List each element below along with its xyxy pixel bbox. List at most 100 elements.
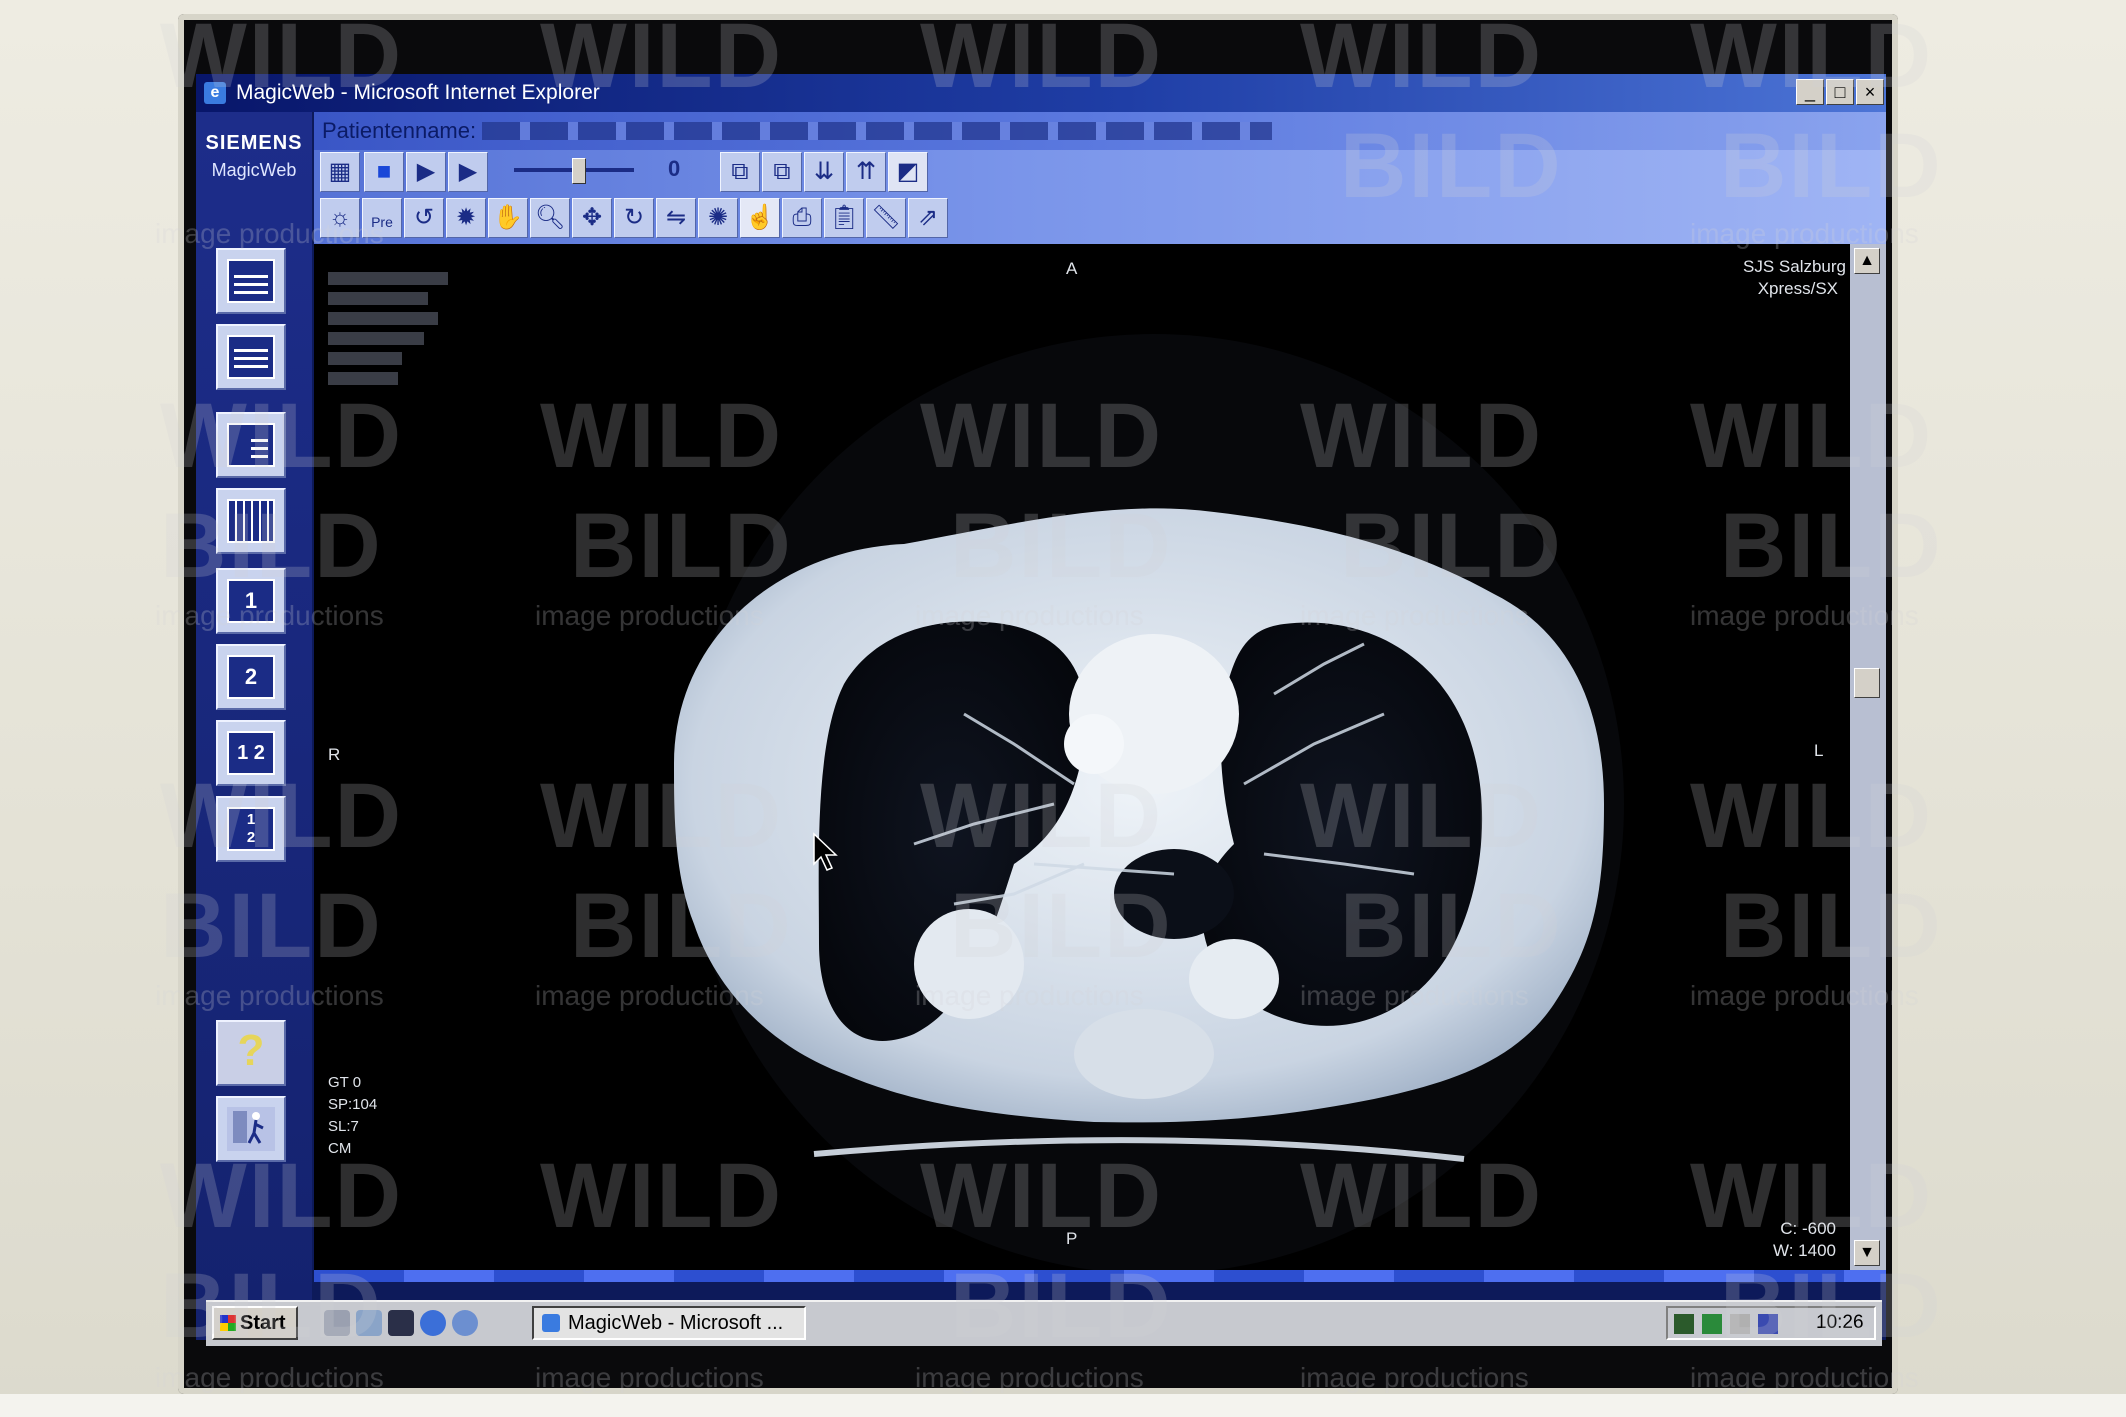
layout-list-button[interactable] (216, 248, 286, 314)
preset-icon[interactable]: Pre (362, 198, 402, 238)
window-width-label: W: 1400 (1772, 1241, 1836, 1260)
first-image-icon[interactable]: ⧉ (720, 152, 760, 192)
orientation-posterior: P (1066, 1229, 1078, 1248)
minimize-button[interactable]: _ (1796, 79, 1824, 105)
maximize-button[interactable]: □ (1826, 79, 1854, 105)
monitor-tool-icon[interactable] (1758, 1314, 1778, 1334)
layout-grid-button[interactable] (216, 488, 286, 554)
exit-person-icon (227, 1107, 275, 1151)
rotate-icon[interactable]: ↻ (614, 198, 654, 238)
layout-1-2-button[interactable]: 1 2 (216, 720, 286, 786)
patient-data-redacted (328, 272, 448, 285)
taskbar-task-label: MagicWeb - Microsoft ... (568, 1312, 784, 1334)
network-icon[interactable] (1702, 1314, 1722, 1334)
layout-sidebar: SIEMENS MagicWeb 1 2 1 2 1 2 ? (196, 112, 312, 1340)
next-series-icon[interactable]: ⧉ (762, 152, 802, 192)
window-level-reset-icon[interactable]: ↺ (404, 198, 444, 238)
windows-flag-icon (220, 1315, 236, 1331)
orientation-anterior: A (1066, 259, 1078, 278)
stop-icon[interactable]: ■ (364, 152, 404, 192)
institution-label: SJS Salzburg (1743, 257, 1846, 276)
play-icon[interactable]: ▶ (406, 152, 446, 192)
image-viewport[interactable]: SJS Salzburg Xpress/SX A P R L GT 0 SP:1… (314, 244, 1850, 1270)
clipboard-icon[interactable]: 📋︎ (824, 198, 864, 238)
invert-icon[interactable]: ◩ (888, 152, 928, 192)
scroll-down-arrow-icon[interactable]: ▼ (1854, 1240, 1880, 1266)
orientation-left: L (1814, 741, 1824, 760)
taskbar-magicweb-button[interactable]: MagicWeb - Microsoft ... (532, 1306, 806, 1340)
siemens-logo: SIEMENS (205, 132, 303, 154)
prev-image-icon[interactable]: ⇊ (804, 152, 844, 192)
layout-2-button[interactable]: 2 (216, 644, 286, 710)
browser-window: e MagicWeb - Microsoft Internet Explorer… (196, 74, 1886, 1340)
viewer-toolbar: ▦ ■ ▶ ▶ 0 ⧉ ⧉ ⇊ ⇈ ◩ ☼ Pre ↺ ✹ ✋ 🔍︎ ✥ ↻ ⇋… (314, 150, 1886, 244)
split-layout-icon (227, 423, 275, 467)
viewport-scrollbar[interactable]: ▲ ▼ (1850, 244, 1886, 1270)
list-layout-icon (227, 259, 275, 303)
side-by-side-view-icon: 1 2 (227, 731, 275, 775)
exit-button[interactable] (216, 1096, 286, 1162)
help-icon: ? (227, 1029, 275, 1075)
antivirus-icon[interactable] (1674, 1314, 1694, 1334)
patient-name-label: Patientenname: (322, 118, 477, 143)
close-button[interactable]: × (1856, 79, 1884, 105)
zoom-pan-icon[interactable]: ✥ (572, 198, 612, 238)
patient-info-bar: Patientenname: (314, 112, 1886, 150)
scan-param: CM (328, 1140, 352, 1157)
scroll-up-arrow-icon[interactable]: ▲ (1854, 248, 1880, 274)
command-prompt-icon[interactable] (388, 1310, 414, 1336)
taskbar-clock: 10:26 (1816, 1312, 1864, 1333)
help-button[interactable]: ? (216, 1020, 286, 1086)
patient-data-redacted (328, 292, 428, 305)
product-name: MagicWeb (211, 160, 297, 180)
single-view-icon: 1 (227, 579, 275, 623)
flip-icon[interactable]: ⇋ (656, 198, 696, 238)
play-step-icon[interactable]: ▶ (448, 152, 488, 192)
second-view-icon: 2 (227, 655, 275, 699)
scrollbar-thumb[interactable] (1854, 668, 1880, 698)
cine-speed-thumb[interactable] (572, 158, 586, 184)
patient-data-redacted (328, 372, 398, 385)
next-image-icon[interactable]: ⇈ (846, 152, 886, 192)
show-desktop-icon[interactable] (324, 1310, 350, 1336)
layout-1-button[interactable]: 1 (216, 568, 286, 634)
roi-icon[interactable]: ✹ (446, 198, 486, 238)
monitor-bottom-edge (0, 1394, 2126, 1417)
outlook-express-icon[interactable] (452, 1310, 478, 1336)
window-title: MagicWeb - Microsoft Internet Explorer (236, 81, 600, 104)
start-button[interactable]: Start (212, 1306, 298, 1340)
patient-data-redacted (328, 312, 438, 325)
pan-icon[interactable]: ✋ (488, 198, 528, 238)
internet-explorer-icon[interactable] (420, 1310, 446, 1336)
scan-param: SP:104 (328, 1096, 378, 1113)
print-icon[interactable]: ⎙ (782, 198, 822, 238)
cine-speed-value: 0 (668, 156, 681, 181)
brightness-icon[interactable]: ☼ (320, 198, 360, 238)
window-center-label: C: -600 (1780, 1219, 1836, 1238)
filter-icon[interactable]: ✺ (698, 198, 738, 238)
stacked-view-icon: 1 2 (227, 807, 275, 851)
start-label: Start (240, 1312, 286, 1334)
layout-rows-button[interactable] (216, 324, 286, 390)
pointer-icon[interactable]: ☝ (740, 198, 780, 238)
rows-layout-icon (227, 335, 275, 379)
internet-explorer-icon (542, 1314, 560, 1332)
layout-1-over-2-button[interactable]: 1 2 (216, 796, 286, 862)
zoom-magnifier-icon[interactable]: 🔍︎ (530, 198, 570, 238)
export-icon[interactable]: ⇗ (908, 198, 948, 238)
window-titlebar[interactable]: e MagicWeb - Microsoft Internet Explorer… (196, 74, 1886, 112)
device-label: Xpress/SX (1757, 279, 1838, 298)
grid-layout-icon (227, 499, 275, 543)
patient-data-redacted (328, 352, 402, 365)
layout-split-button[interactable] (216, 412, 286, 478)
explorer-icon[interactable] (356, 1310, 382, 1336)
orientation-right: R (328, 745, 341, 764)
status-strip (314, 1270, 1886, 1282)
scan-param: SL:7 (328, 1118, 359, 1135)
measure-ruler-icon[interactable]: 📏︎ (866, 198, 906, 238)
windows-taskbar: Start MagicWeb - Microsoft ... 10:26 (206, 1300, 1882, 1346)
ct-chest-scan-image (674, 334, 1624, 1270)
volume-icon[interactable] (1730, 1314, 1750, 1334)
internet-explorer-icon: e (204, 82, 226, 104)
layout-grid-tool[interactable]: ▦ (320, 152, 360, 192)
